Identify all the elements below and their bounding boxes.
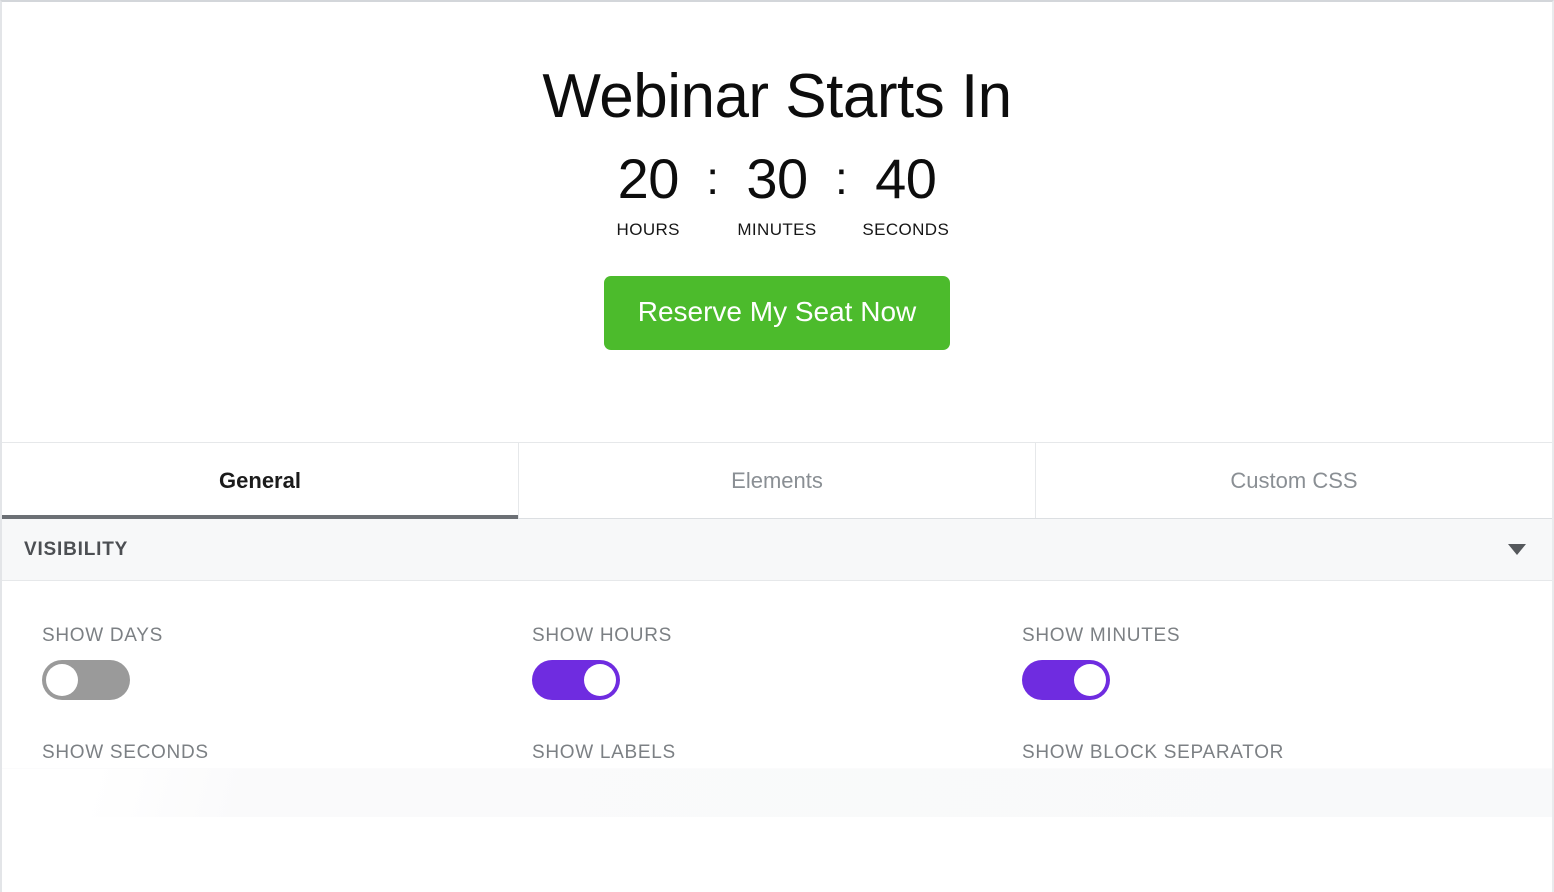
countdown-separator-2: :: [835, 152, 848, 205]
widget-preview: Webinar Starts In 20 HOURS : 30 MINUTES …: [2, 2, 1552, 442]
chevron-down-icon[interactable]: [1508, 544, 1526, 555]
cta-wrapper: Reserve My Seat Now: [603, 276, 951, 351]
field-show-hours: SHOW HOURS: [532, 625, 1022, 700]
tab-custom-css[interactable]: Custom CSS: [1036, 443, 1552, 518]
label-show-labels: SHOW LABELS: [532, 742, 676, 763]
toggle-show-hours[interactable]: [532, 660, 620, 700]
countdown-label-seconds: SECONDS: [862, 220, 950, 240]
visibility-settings-panel: SHOW DAYS SHOW HOURS SHOW MINUTES SHOW S…: [2, 581, 1552, 817]
visibility-section-header[interactable]: VISIBILITY: [2, 519, 1552, 581]
toggle-knob: [584, 664, 616, 696]
preview-headline: Webinar Starts In: [542, 62, 1012, 131]
tab-custom-css-label: Custom CSS: [1230, 467, 1358, 493]
label-show-hours: SHOW HOURS: [532, 625, 672, 646]
field-show-days: SHOW DAYS: [42, 625, 532, 700]
tab-general-label: General: [219, 467, 301, 493]
toggle-show-days[interactable]: [42, 660, 130, 700]
toggle-knob: [1074, 664, 1106, 696]
field-show-minutes: SHOW MINUTES: [1022, 625, 1512, 700]
countdown-widget-editor: Webinar Starts In 20 HOURS : 30 MINUTES …: [0, 0, 1554, 892]
label-show-block-separator: SHOW BLOCK SEPARATOR: [1022, 742, 1285, 763]
countdown-separator-1: :: [706, 152, 719, 205]
visibility-section-title: VISIBILITY: [24, 538, 129, 560]
countdown-value-seconds: 40: [875, 147, 937, 211]
toggle-knob: [46, 664, 78, 696]
editor-tab-bar: General Elements Custom CSS: [2, 442, 1552, 519]
countdown-value-minutes: 30: [746, 147, 808, 211]
countdown-value-hours: 20: [617, 147, 680, 211]
countdown-label-hours: HOURS: [616, 220, 680, 240]
countdown-block-hours: 20 HOURS: [600, 151, 696, 240]
tab-elements[interactable]: Elements: [519, 443, 1036, 518]
toggle-show-minutes[interactable]: [1022, 660, 1110, 700]
countdown-timer: 20 HOURS : 30 MINUTES : 40 SECONDS: [600, 151, 954, 240]
label-show-seconds: SHOW SECONDS: [42, 742, 209, 763]
reserve-seat-button[interactable]: Reserve My Seat Now: [603, 276, 951, 351]
tab-general[interactable]: General: [2, 443, 519, 519]
countdown-label-minutes: MINUTES: [737, 220, 817, 240]
tab-elements-label: Elements: [731, 467, 823, 493]
next-section-hint: [2, 768, 1552, 817]
countdown-block-seconds: 40 SECONDS: [858, 151, 954, 240]
countdown-block-minutes: 30 MINUTES: [729, 151, 825, 240]
label-show-days: SHOW DAYS: [42, 625, 164, 646]
label-show-minutes: SHOW MINUTES: [1022, 625, 1181, 646]
